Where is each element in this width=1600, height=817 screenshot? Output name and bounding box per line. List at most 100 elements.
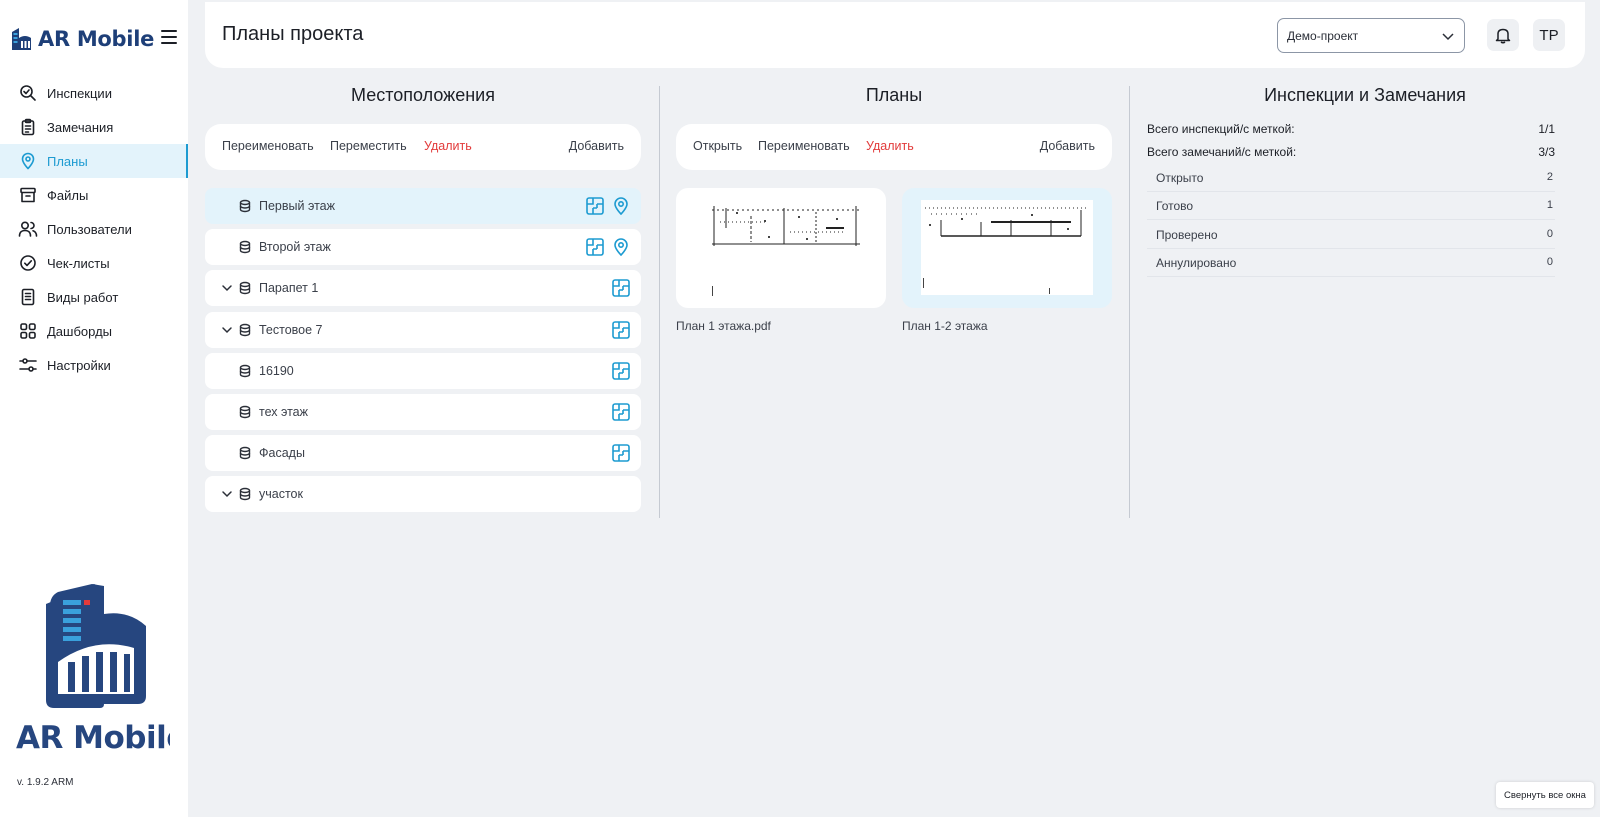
map-pin-icon — [18, 151, 38, 171]
chevron-down-icon[interactable] — [220, 281, 234, 295]
sidebar-item[interactable]: Настройки — [0, 348, 188, 382]
building-logo-icon — [46, 584, 146, 708]
stats-title: Инспекции и Замечания — [1264, 85, 1466, 105]
location-row[interactable]: Тестовое 7 — [205, 311, 641, 348]
dashboard-grid-icon — [18, 321, 38, 341]
delete-location-button[interactable]: Удалить — [424, 139, 472, 153]
remarks-total: Всего замечаний/с меткой: 3/3 — [1147, 143, 1555, 163]
sidebar-item-label: Пользователи — [47, 221, 132, 237]
location-row[interactable]: Первый этаж — [205, 188, 641, 224]
plan-layout-icon[interactable] — [611, 361, 631, 381]
brand-name-large: AR Mobile — [16, 720, 170, 756]
chevron-down-icon[interactable] — [220, 323, 234, 337]
sidebar-item[interactable]: Планы — [0, 144, 188, 178]
building-logo-icon — [12, 28, 31, 50]
remarks-total-label: Всего замечаний/с меткой: — [1147, 145, 1297, 159]
layers-icon — [238, 405, 252, 419]
collapse-all-windows-button[interactable]: Свернуть все окна — [1496, 782, 1594, 808]
add-location-button[interactable]: Добавить — [569, 139, 624, 153]
sidebar-item-label: Планы — [47, 153, 88, 169]
status-count: 1 — [1546, 199, 1553, 212]
add-plan-button[interactable]: Добавить — [1040, 139, 1095, 153]
inspections-total-label: Всего инспекций/с меткой: — [1147, 122, 1295, 136]
status-label: Аннулировано — [1156, 255, 1237, 270]
sidebar-item-label: Виды работ — [47, 289, 119, 305]
plan-thumbnail — [706, 198, 866, 298]
app-version: v. 1.9.2 ARM — [17, 777, 74, 788]
location-row[interactable]: Фасады — [205, 435, 641, 472]
notifications-button[interactable] — [1487, 19, 1519, 51]
archive-box-icon — [18, 185, 38, 205]
plan-name: План 1-2 этажа — [902, 319, 988, 333]
rename-location-button[interactable]: Переименовать — [222, 139, 314, 153]
layers-icon — [238, 240, 252, 254]
clipboard-icon — [18, 117, 38, 137]
location-name: Тестовое 7 — [259, 322, 323, 337]
plan-layout-icon[interactable] — [585, 196, 605, 216]
location-name: участок — [259, 487, 303, 502]
plan-card-selected[interactable] — [902, 188, 1112, 308]
location-name: тех этаж — [259, 405, 308, 419]
layers-icon — [238, 281, 252, 295]
map-pin-icon[interactable] — [611, 237, 631, 257]
sidebar-item[interactable]: Виды работ — [0, 280, 188, 314]
location-row[interactable]: тех этаж — [205, 394, 641, 430]
sidebar-item[interactable]: Дашборды — [0, 314, 188, 348]
layers-icon — [238, 487, 252, 501]
open-plan-button[interactable]: Открыть — [693, 139, 742, 153]
sidebar-item-label: Чек-листы — [47, 255, 110, 271]
sidebar-item[interactable]: Замечания — [0, 110, 188, 144]
sidebar-item[interactable]: Пользователи — [0, 212, 188, 246]
remarks-status-row: Аннулировано 0 — [1147, 249, 1555, 277]
plan-layout-icon[interactable] — [611, 402, 631, 422]
sidebar-item[interactable]: Инспекции — [0, 76, 188, 110]
top-header: Планы проекта Демо-проект TP — [205, 2, 1585, 68]
move-location-button[interactable]: Переместить — [330, 139, 407, 153]
location-name: Второй этаж — [259, 240, 331, 255]
location-row[interactable]: 16190 — [205, 352, 641, 389]
chevron-down-icon[interactable] — [220, 487, 234, 501]
status-count: 2 — [1546, 171, 1553, 183]
users-icon — [18, 219, 38, 239]
location-row[interactable]: Второй этаж — [205, 229, 641, 266]
location-name: Первый этаж — [259, 199, 335, 213]
location-name: Парапет 1 — [259, 281, 319, 296]
sidebar: AR Mobile Инспекции Замечания Планы Файлы По… — [0, 0, 188, 817]
status-label: Готово — [1156, 199, 1194, 214]
remarks-status-row: Готово 1 — [1147, 192, 1555, 221]
location-name: 16190 — [259, 363, 294, 378]
plan-layout-icon[interactable] — [585, 237, 605, 257]
sidebar-item-label: Дашборды — [47, 323, 112, 339]
sidebar-item[interactable]: Чек-листы — [0, 246, 188, 280]
column-divider — [1129, 86, 1130, 518]
menu-toggle-icon[interactable] — [161, 30, 177, 44]
sliders-icon — [18, 355, 38, 375]
brand-logo[interactable]: AR Mobile — [10, 24, 154, 54]
page-title: Планы проекта — [222, 23, 364, 45]
project-select[interactable]: Демо-проект — [1277, 18, 1465, 53]
remarks-total-value: 3/3 — [1538, 145, 1555, 159]
layers-icon — [238, 446, 252, 460]
avatar[interactable]: TP — [1533, 19, 1565, 51]
sidebar-item[interactable]: Файлы — [0, 178, 188, 212]
plan-layout-icon[interactable] — [611, 278, 631, 298]
bell-icon — [1495, 28, 1511, 44]
location-name: Фасады — [259, 446, 305, 461]
layers-icon — [238, 364, 252, 378]
inspections-total: Всего инспекций/с меткой: 1/1 — [1147, 120, 1555, 140]
map-pin-icon[interactable] — [611, 196, 631, 216]
rename-plan-button[interactable]: Переименовать — [758, 139, 850, 153]
delete-plan-button[interactable]: Удалить — [866, 139, 914, 153]
inspections-total-value: 1/1 — [1538, 122, 1555, 136]
inspection-search-icon — [18, 83, 38, 103]
document-list-icon — [18, 287, 38, 307]
location-row[interactable]: участок — [205, 476, 641, 513]
plan-layout-icon[interactable] — [611, 443, 631, 463]
location-row[interactable]: Парапет 1 — [205, 270, 641, 307]
status-count: 0 — [1546, 255, 1553, 268]
sidebar-item-label: Настройки — [47, 357, 111, 373]
plans-title: Планы — [865, 85, 923, 105]
project-select-value: Демо-проект — [1287, 28, 1359, 43]
plan-layout-icon[interactable] — [611, 320, 631, 340]
plan-card[interactable] — [676, 188, 886, 308]
